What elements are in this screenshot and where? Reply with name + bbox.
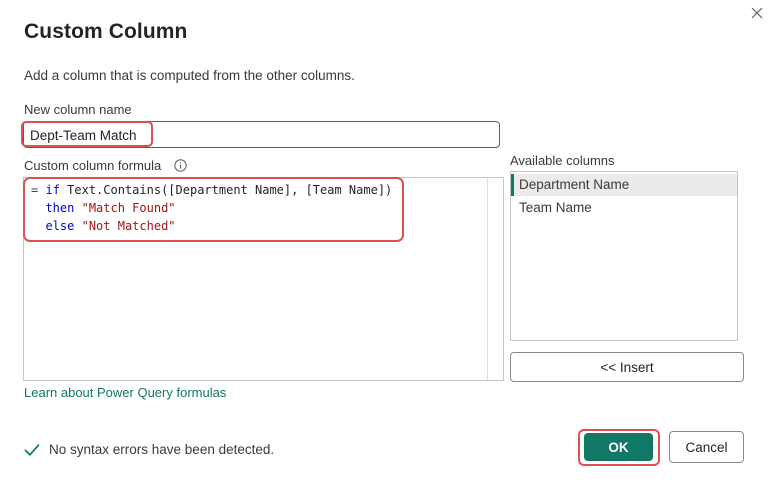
editor-scroll-divider [487, 178, 488, 380]
close-button[interactable] [745, 2, 768, 24]
learn-power-query-link[interactable]: Learn about Power Query formulas [24, 385, 226, 400]
formula-keyword-if: if [45, 183, 60, 197]
dialog-description: Add a column that is computed from the o… [24, 68, 355, 83]
new-column-name-input[interactable]: Dept-Team Match [23, 121, 500, 148]
new-column-name-label: New column name [24, 102, 132, 117]
formula-code: = if Text.Contains([Department Name], [T… [31, 181, 392, 235]
formula-editor[interactable]: = if Text.Contains([Department Name], [T… [23, 177, 504, 381]
column-item-department-name[interactable]: Department Name [511, 174, 737, 196]
syntax-status: No syntax errors have been detected. [24, 442, 274, 457]
close-icon [751, 7, 763, 19]
custom-formula-label: Custom column formula [24, 158, 162, 173]
ok-button[interactable]: OK [584, 433, 653, 461]
syntax-status-text: No syntax errors have been detected. [49, 442, 275, 457]
formula-condition: Text.Contains([Department Name], [Team N… [67, 183, 393, 197]
formula-line-1: = if Text.Contains([Department Name], [T… [31, 181, 392, 199]
dialog-title: Custom Column [24, 20, 188, 43]
formula-line-2: then "Match Found" [31, 199, 392, 217]
available-columns-label: Available columns [510, 153, 615, 168]
cancel-button[interactable]: Cancel [669, 431, 744, 463]
formula-then-value: "Match Found" [81, 201, 176, 215]
insert-button[interactable]: << Insert [510, 352, 744, 382]
available-columns-list[interactable]: Department Name Team Name [510, 171, 738, 341]
formula-else-value: "Not Matched" [81, 219, 176, 233]
column-item-team-name[interactable]: Team Name [511, 197, 737, 219]
check-icon [24, 443, 40, 456]
info-icon[interactable] [174, 159, 187, 172]
formula-keyword-then: then [45, 201, 75, 215]
formula-keyword-else: else [45, 219, 75, 233]
new-column-name-value: Dept-Team Match [30, 128, 137, 143]
formula-equals: = [31, 183, 39, 197]
formula-line-3: else "Not Matched" [31, 217, 392, 235]
